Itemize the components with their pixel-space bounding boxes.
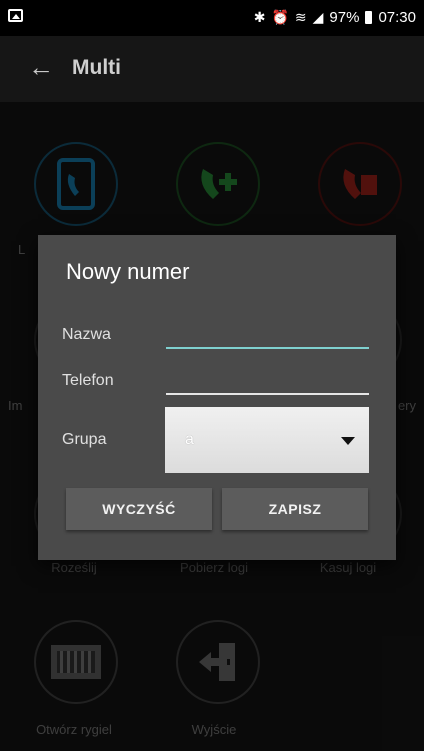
status-bar: ✱ ⏰ ≋ ◢ 97% 07:30 xyxy=(0,0,424,36)
signal-icon: ◢ xyxy=(312,9,324,25)
new-number-dialog: Nowy numer Nazwa Telefon Grupa a WYCZYŚĆ… xyxy=(38,235,396,560)
status-icons: ✱ ⏰ ≋ ◢ 97% 07:30 xyxy=(254,9,416,26)
group-selected-value: a xyxy=(185,431,194,448)
name-label: Nazwa xyxy=(62,326,111,343)
app-bar: ← Multi xyxy=(0,36,424,102)
tile-label: Otwórz rygiel xyxy=(36,722,112,737)
tile-label: Roześlij xyxy=(51,560,97,575)
tile-open-bolt[interactable]: Otwórz rygiel xyxy=(10,620,130,740)
battery-icon xyxy=(365,11,373,24)
dialog-title: Nowy numer xyxy=(66,259,190,284)
battery-percent: 97% xyxy=(329,9,360,26)
wifi-icon: ≋ xyxy=(294,9,307,25)
alarm-icon: ⏰ xyxy=(271,9,289,25)
group-label: Grupa xyxy=(62,431,107,448)
bluetooth-icon: ✱ xyxy=(253,9,266,25)
back-arrow-icon[interactable]: ← xyxy=(28,52,54,82)
delete-call-icon xyxy=(318,142,402,226)
phonebook-icon xyxy=(34,142,118,226)
dropdown-arrow-icon xyxy=(341,437,355,445)
phone-label: Telefon xyxy=(62,372,114,389)
name-field xyxy=(166,323,373,349)
tile-label: Kasuj logi xyxy=(319,560,377,575)
save-button[interactable]: ZAPISZ xyxy=(222,488,368,530)
clock: 07:30 xyxy=(378,9,416,26)
tile-label: Wyjście xyxy=(191,722,237,737)
exit-icon xyxy=(176,620,260,704)
image-icon xyxy=(8,9,23,22)
gate-icon xyxy=(34,620,118,704)
phone-field xyxy=(166,369,373,395)
group-select[interactable]: a xyxy=(165,407,369,473)
name-input[interactable] xyxy=(166,323,373,349)
tile-label: Pobierz logi xyxy=(180,560,248,575)
clear-button[interactable]: WYCZYŚĆ xyxy=(66,488,212,530)
phone-input[interactable] xyxy=(166,369,373,395)
page-title: Multi xyxy=(72,56,121,79)
add-call-icon xyxy=(176,142,260,226)
tile-exit[interactable]: Wyjście xyxy=(152,620,272,740)
